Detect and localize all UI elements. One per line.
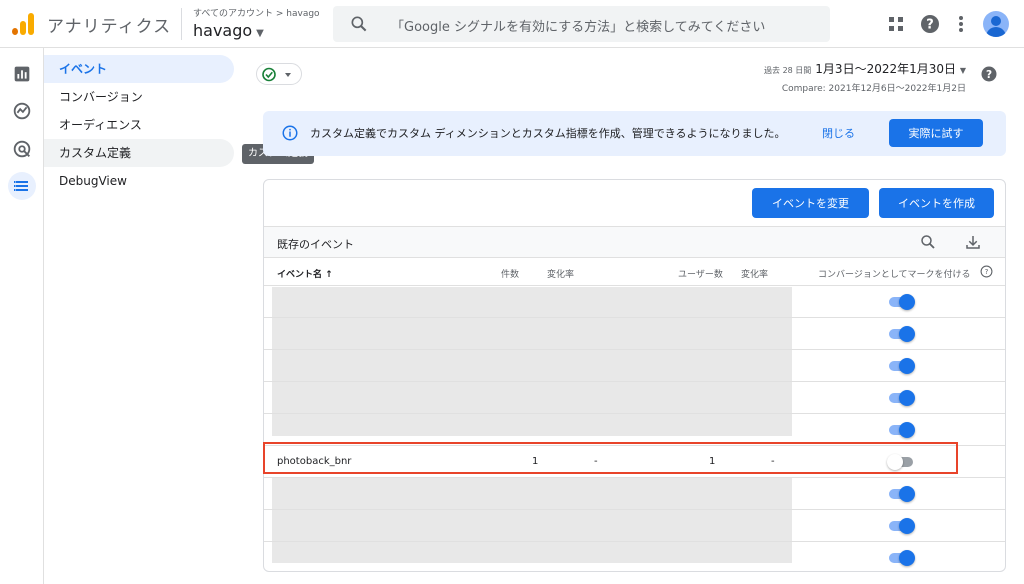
svg-text:?: ? xyxy=(986,69,992,81)
nav-item-audiences[interactable]: オーディエンス xyxy=(44,111,234,139)
caret-down-icon: ▼ xyxy=(959,66,966,75)
event-count: 1 xyxy=(532,456,539,467)
svg-text:?: ? xyxy=(985,267,989,276)
conversion-toggle[interactable] xyxy=(887,454,915,470)
conversion-toggle[interactable] xyxy=(887,518,915,534)
apps-grid-icon[interactable] xyxy=(884,12,908,36)
info-icon xyxy=(282,125,298,141)
column-header-change-rate[interactable]: 変化率 xyxy=(741,267,768,280)
modify-event-button[interactable]: イベントを変更 xyxy=(752,188,869,218)
table-row xyxy=(264,350,1005,382)
help-icon[interactable]: ? xyxy=(980,265,993,278)
event-name[interactable]: photoback_bnr xyxy=(277,456,351,467)
help-icon[interactable]: ? xyxy=(918,12,942,36)
event-count-change: - xyxy=(594,456,598,467)
conversion-toggle[interactable] xyxy=(887,294,915,310)
help-icon[interactable]: ? xyxy=(980,65,998,83)
column-header-event-name[interactable]: イベント名 ↑ xyxy=(277,267,333,280)
divider xyxy=(181,8,182,40)
table-row-photoback-bnr: photoback_bnr 1 - 1 - xyxy=(264,446,1005,478)
search-placeholder: 「Google シグナルを有効にする方法」と検索してみてください xyxy=(391,20,766,35)
download-icon[interactable] xyxy=(964,233,982,251)
conversion-toggle[interactable] xyxy=(887,326,915,342)
advertising-icon[interactable] xyxy=(11,138,33,160)
conversion-toggle[interactable] xyxy=(887,550,915,566)
svg-text:?: ? xyxy=(926,18,934,33)
account-selector[interactable]: havago ▼ xyxy=(193,21,264,40)
conversion-toggle[interactable] xyxy=(887,422,915,438)
check-circle-icon xyxy=(262,67,276,82)
table-row xyxy=(264,414,1005,446)
caret-down-icon xyxy=(285,73,291,77)
events-card: イベントを変更 イベントを作成 既存のイベント イベント名 ↑ 件数 変化率 ユ… xyxy=(263,179,1006,572)
avatar[interactable] xyxy=(983,11,1009,37)
table-header: イベント名 ↑ 件数 変化率 ユーザー数 変化率 コンバージョンとしてマークを付… xyxy=(264,258,1005,286)
try-it-button[interactable]: 実際に試す xyxy=(889,119,983,147)
nav-item-events[interactable]: イベント xyxy=(44,55,234,83)
nav-item-custom-definitions[interactable]: カスタム定義 xyxy=(44,139,234,167)
user-count: 1 xyxy=(709,456,716,467)
search-icon xyxy=(351,16,367,32)
reports-icon[interactable] xyxy=(11,63,33,85)
conversion-toggle[interactable] xyxy=(887,390,915,406)
breadcrumb[interactable]: すべてのアカウント > havago xyxy=(193,6,320,19)
banner-close-link[interactable]: 閉じる xyxy=(822,125,855,141)
conversion-toggle[interactable] xyxy=(887,486,915,502)
table-row xyxy=(264,286,1005,318)
caret-down-icon: ▼ xyxy=(256,28,264,39)
configure-icon[interactable] xyxy=(8,172,36,200)
more-vert-icon[interactable] xyxy=(949,12,973,36)
banner-message: カスタム定義でカスタム ディメンションとカスタム指標を作成、管理できるようになり… xyxy=(310,127,786,140)
create-event-button[interactable]: イベントを作成 xyxy=(879,188,994,218)
analytics-logo-icon[interactable] xyxy=(12,13,34,35)
data-status-chip[interactable] xyxy=(256,63,302,85)
nav-item-conversions[interactable]: コンバージョン xyxy=(44,83,234,111)
table-row xyxy=(264,510,1005,542)
column-header-count[interactable]: 件数 xyxy=(501,267,519,280)
section-title: 既存のイベント xyxy=(277,238,354,251)
date-range-selector[interactable]: 過去 28 日間 1月3日〜2022年1月30日 ▼ Compare: 2021年… xyxy=(764,60,966,94)
date-range-compare: Compare: 2021年12月6日〜2022年1月2日 xyxy=(781,84,966,94)
column-header-users[interactable]: ユーザー数 xyxy=(678,267,723,280)
info-banner: カスタム定義でカスタム ディメンションとカスタム指標を作成、管理できるようになり… xyxy=(263,111,1006,156)
nav-item-debugview[interactable]: DebugView xyxy=(44,167,234,195)
date-range-value: 1月3日〜2022年1月30日 xyxy=(815,62,957,76)
search-icon[interactable] xyxy=(919,233,937,251)
left-rail xyxy=(0,48,44,584)
search-bar[interactable]: 「Google シグナルを有効にする方法」と検索してみてください xyxy=(333,6,830,42)
user-count-change: - xyxy=(771,456,775,467)
conversion-toggle[interactable] xyxy=(887,358,915,374)
top-bar: アナリティクス すべてのアカウント > havago havago ▼ 「Goog… xyxy=(0,0,1024,48)
app-title: アナリティクス xyxy=(47,17,172,37)
explore-icon[interactable] xyxy=(11,100,33,122)
table-row xyxy=(264,318,1005,350)
column-header-conversion: コンバージョンとしてマークを付ける xyxy=(818,270,971,280)
table-row xyxy=(264,478,1005,510)
table-row xyxy=(264,542,1005,571)
table-row xyxy=(264,382,1005,414)
column-header-change-rate[interactable]: 変化率 xyxy=(547,267,574,280)
user-avatar-icon xyxy=(986,16,1006,37)
date-range-prefix: 過去 28 日間 xyxy=(764,66,812,75)
account-name: havago xyxy=(193,21,253,40)
section-header: 既存のイベント xyxy=(264,226,1005,258)
